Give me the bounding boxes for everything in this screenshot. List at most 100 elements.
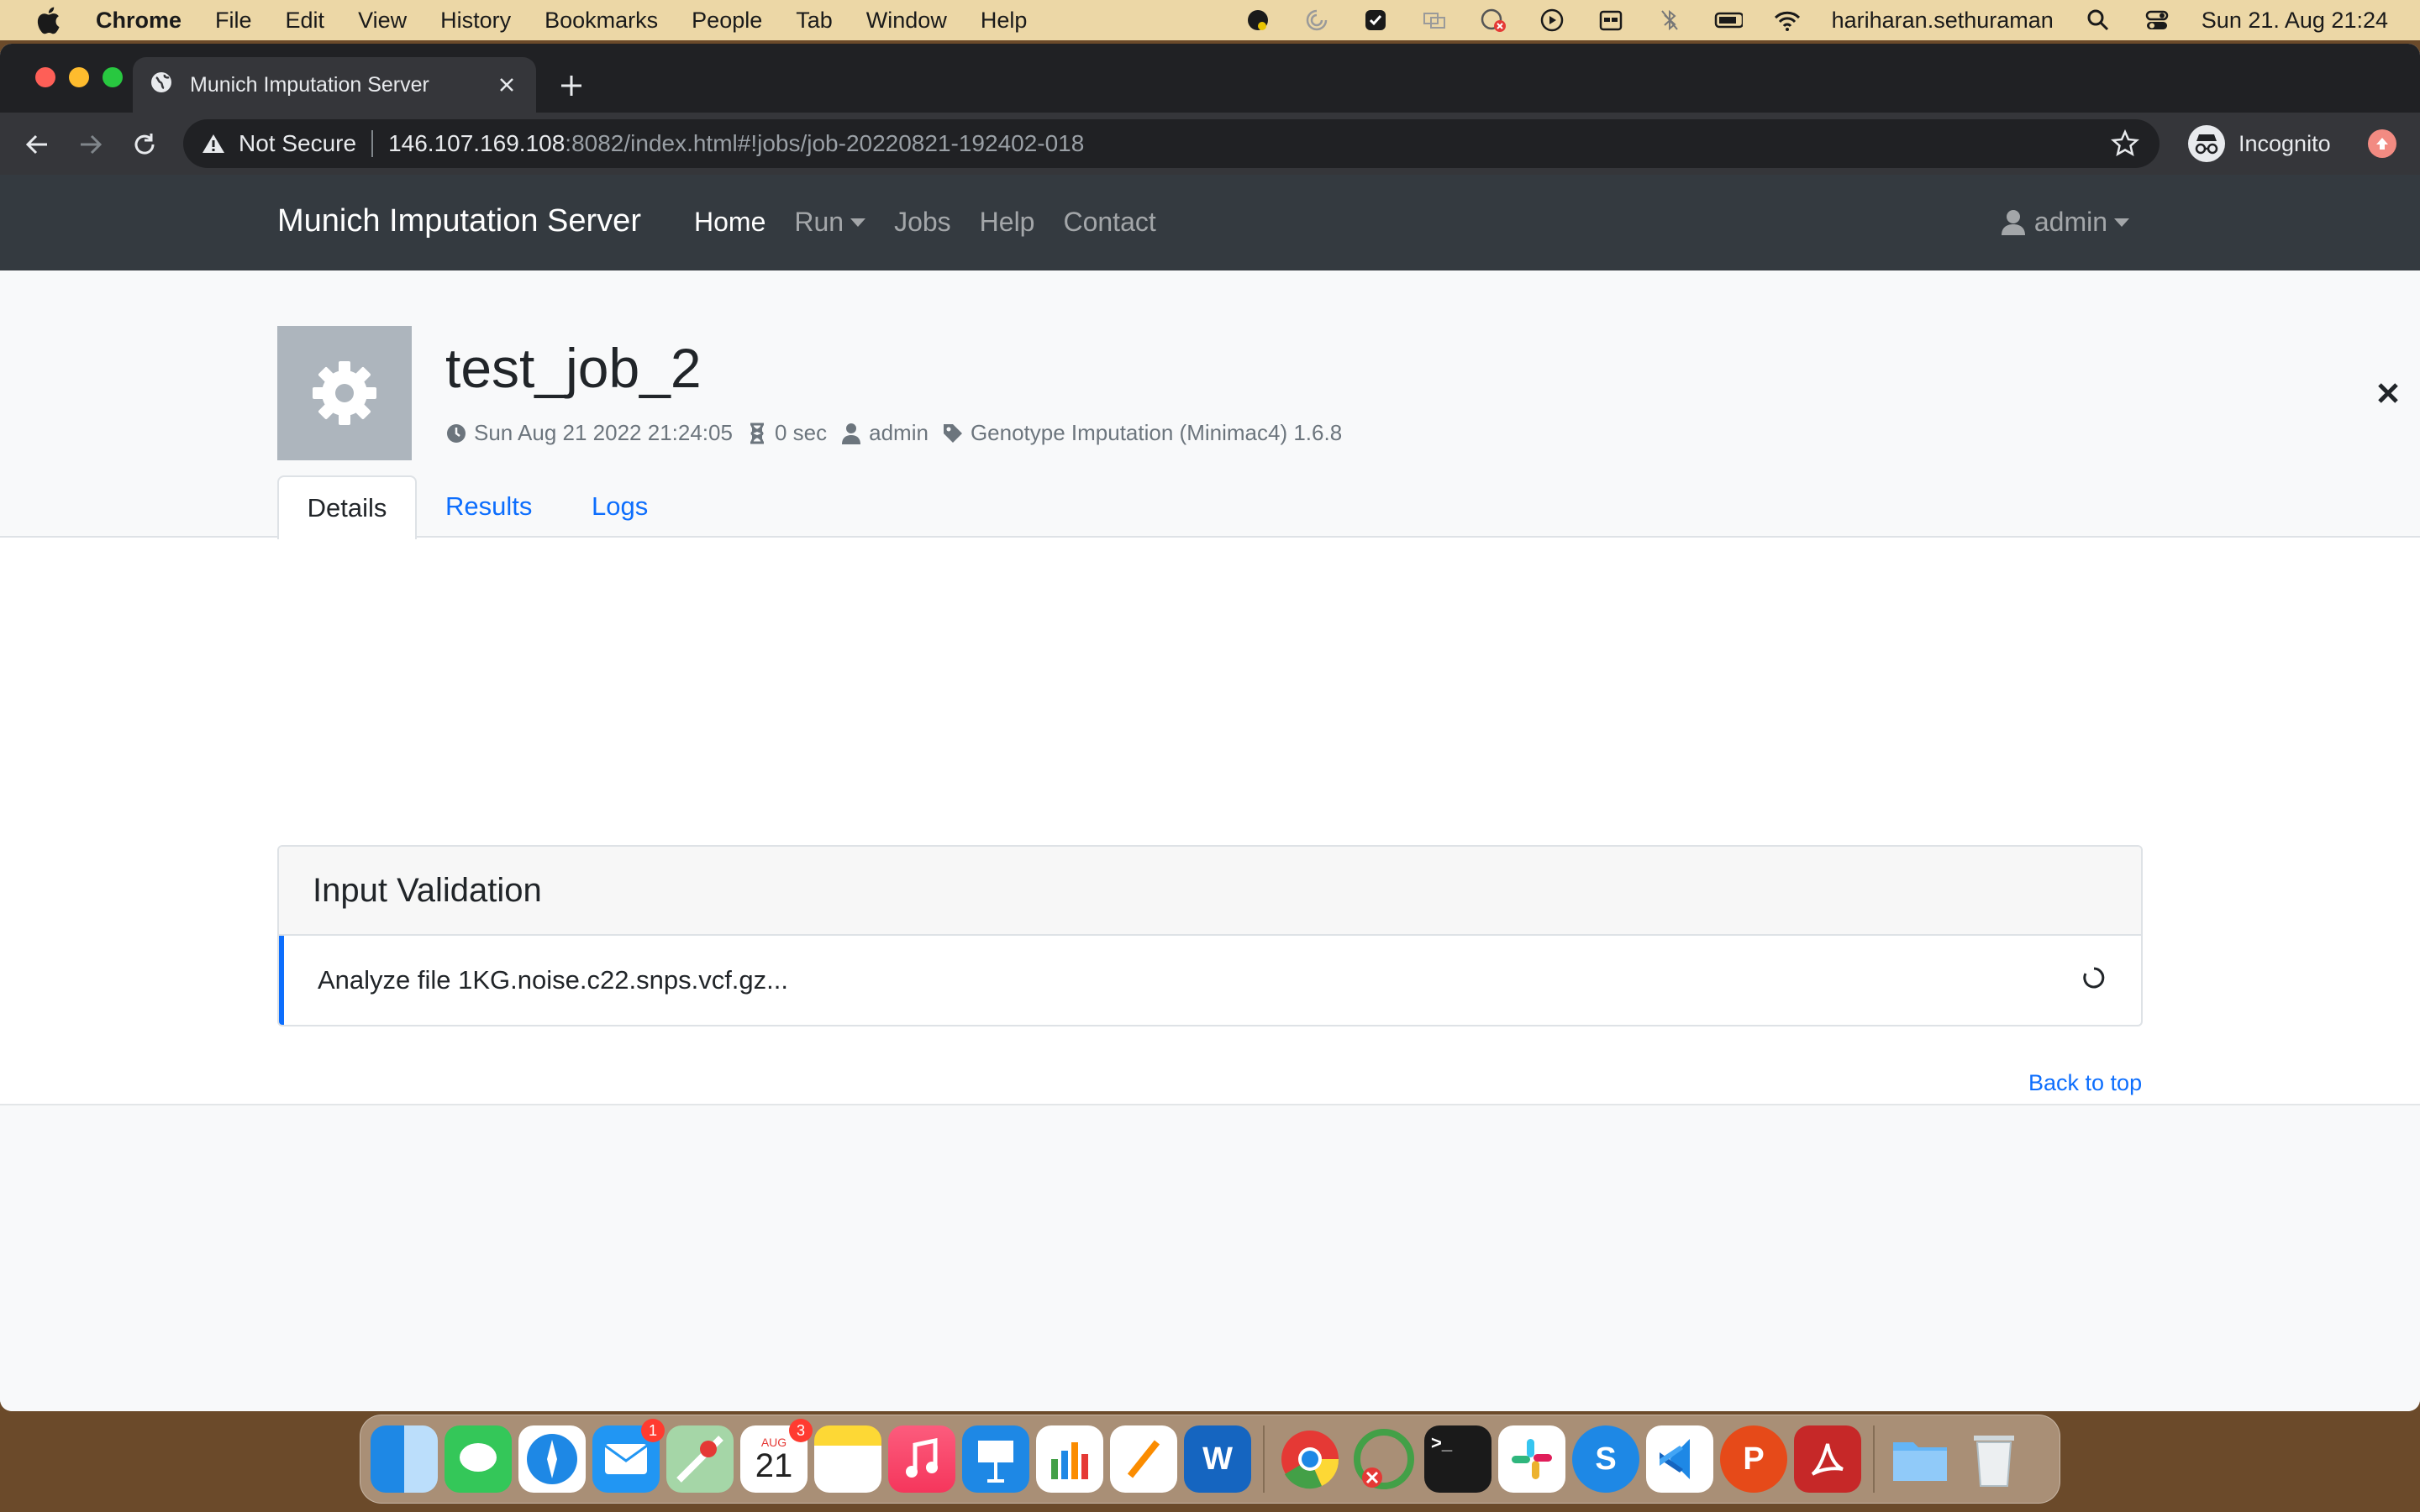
vpn-error-icon[interactable] <box>1350 1425 1418 1493</box>
tab-close-icon[interactable] <box>494 72 519 97</box>
tab-details[interactable]: Details <box>277 475 417 539</box>
maps-icon[interactable] <box>666 1425 734 1493</box>
job-submitted-text: Sun Aug 21 2022 21:24:05 <box>474 420 733 445</box>
fullscreen-window-button[interactable] <box>103 67 123 87</box>
tab-strip: Munich Imputation Server <box>0 44 2420 113</box>
minimize-window-button[interactable] <box>69 67 89 87</box>
skype-icon[interactable]: S <box>1572 1425 1639 1493</box>
menubar-people[interactable]: People <box>692 8 762 34</box>
status-play-icon[interactable] <box>1538 8 1566 33</box>
caret-down-icon <box>2114 218 2129 227</box>
brand-link[interactable]: Munich Imputation Server <box>277 203 641 239</box>
job-meta: Sun Aug 21 2022 21:24:05 0 sec admin Gen… <box>445 420 1355 446</box>
warning-triangle-icon[interactable] <box>200 130 227 157</box>
menubar-window[interactable]: Window <box>866 8 947 34</box>
nav-links: Home Run Jobs Help Contact <box>694 207 1156 238</box>
job-application: Genotype Imputation (Minimac4) 1.6.8 <box>942 420 1342 446</box>
globe-icon <box>150 71 173 100</box>
back-arrow-icon[interactable] <box>20 128 54 161</box>
job-owner-text: admin <box>869 420 929 445</box>
status-screens-icon[interactable] <box>1420 8 1449 33</box>
not-secure-label[interactable]: Not Secure <box>239 130 356 157</box>
safari-icon[interactable] <box>518 1425 586 1493</box>
status-app-icon[interactable] <box>1244 8 1272 33</box>
numbers-icon[interactable] <box>1036 1425 1103 1493</box>
update-arrow-icon[interactable] <box>2368 129 2396 158</box>
tab-content: Input Validation Analyze file 1KG.noise.… <box>0 538 2420 1104</box>
new-tab-icon[interactable] <box>555 69 588 102</box>
job-header: test_job_2 Sun Aug 21 2022 21:24:05 0 se… <box>277 326 2398 460</box>
status-bluetooth-off-icon[interactable] <box>1655 8 1684 33</box>
keynote-icon[interactable] <box>962 1425 1029 1493</box>
nav-contact[interactable]: Contact <box>1063 207 1155 238</box>
macos-dock: 1 AUG 21 3 W >_ S P <box>360 1415 2060 1504</box>
status-check-icon[interactable] <box>1361 8 1390 33</box>
job-duration-text: 0 sec <box>774 420 828 445</box>
nav-help[interactable]: Help <box>980 207 1035 238</box>
battery-icon[interactable] <box>1714 8 1743 33</box>
powerpoint-icon[interactable]: P <box>1720 1425 1787 1493</box>
finder-icon[interactable] <box>371 1425 438 1493</box>
close-job-icon[interactable] <box>2370 375 2407 412</box>
trash-icon[interactable] <box>1960 1425 2028 1493</box>
menubar-bookmarks[interactable]: Bookmarks <box>544 8 658 34</box>
menubar-app-name[interactable]: Chrome <box>96 8 182 34</box>
job-duration: 0 sec <box>746 420 827 446</box>
messages-icon[interactable] <box>445 1425 512 1493</box>
incognito-indicator[interactable]: Incognito <box>2188 121 2331 166</box>
calendar-icon[interactable]: AUG 21 3 <box>740 1419 813 1493</box>
forward-arrow-icon[interactable] <box>74 128 108 161</box>
user-dropdown[interactable]: admin <box>2001 207 2129 238</box>
job-title: test_job_2 <box>445 337 702 399</box>
spotlight-search-icon[interactable] <box>2084 8 2112 33</box>
nav-run[interactable]: Run <box>794 207 866 238</box>
incognito-icon <box>2188 125 2225 162</box>
hourglass-icon <box>746 423 768 444</box>
address-bar[interactable]: Not Secure 146.107.169.108:8082/index.ht… <box>183 119 2160 168</box>
tab-logs[interactable]: Logs <box>592 475 648 538</box>
nav-jobs[interactable]: Jobs <box>894 207 951 238</box>
status-spiral-icon[interactable] <box>1302 8 1331 33</box>
chrome-window: Munich Imputation Server Not Secure 146.… <box>0 44 2420 1411</box>
close-window-button[interactable] <box>35 67 55 87</box>
menubar-username[interactable]: hariharan.sethuraman <box>1832 8 2054 34</box>
menubar-tab[interactable]: Tab <box>796 8 833 34</box>
word-icon[interactable]: W <box>1184 1425 1251 1493</box>
status-network-error-icon[interactable] <box>1479 8 1507 33</box>
nav-home[interactable]: Home <box>694 207 765 238</box>
vscode-icon[interactable] <box>1646 1425 1713 1493</box>
caret-down-icon <box>850 218 866 227</box>
acrobat-icon[interactable] <box>1794 1425 1861 1493</box>
wifi-icon[interactable] <box>1773 8 1802 33</box>
status-calendar-icon[interactable] <box>1597 8 1625 33</box>
menubar-history[interactable]: History <box>440 8 511 34</box>
control-center-icon[interactable] <box>2143 8 2171 33</box>
pages-icon[interactable] <box>1110 1425 1177 1493</box>
mail-icon[interactable]: 1 <box>592 1419 665 1493</box>
bookmark-star-icon[interactable] <box>2110 129 2140 158</box>
user-icon <box>2001 209 2025 235</box>
apple-menu-icon[interactable] <box>35 6 60 34</box>
chrome-icon[interactable] <box>1276 1425 1344 1493</box>
terminal-icon[interactable]: >_ <box>1424 1425 1491 1493</box>
menubar-edit[interactable]: Edit <box>286 8 325 34</box>
job-owner: admin <box>840 420 929 446</box>
url-host[interactable]: 146.107.169.108 <box>388 130 565 157</box>
url-path[interactable]: :8082/index.html#!jobs/job-20220821-1924… <box>565 130 1084 157</box>
menubar-file[interactable]: File <box>215 8 252 34</box>
downloads-folder-icon[interactable] <box>1886 1425 1954 1493</box>
reload-icon[interactable] <box>128 128 161 161</box>
notes-icon[interactable] <box>814 1425 881 1493</box>
job-submitted: Sun Aug 21 2022 21:24:05 <box>445 420 733 446</box>
music-icon[interactable] <box>888 1425 955 1493</box>
step-title: Input Validation <box>279 847 2141 936</box>
details-panel: Input Validation Analyze file 1KG.noise.… <box>0 538 2420 1104</box>
menubar-clock[interactable]: Sun 21. Aug 21:24 <box>2202 8 2388 34</box>
back-to-top-link[interactable]: Back to top <box>2028 1070 2142 1096</box>
slack-icon[interactable] <box>1498 1425 1565 1493</box>
menubar-help[interactable]: Help <box>981 8 1028 34</box>
footer-divider <box>0 1104 2420 1105</box>
menubar-view[interactable]: View <box>358 8 407 34</box>
browser-tab[interactable]: Munich Imputation Server <box>133 57 536 113</box>
tab-results[interactable]: Results <box>445 475 532 538</box>
